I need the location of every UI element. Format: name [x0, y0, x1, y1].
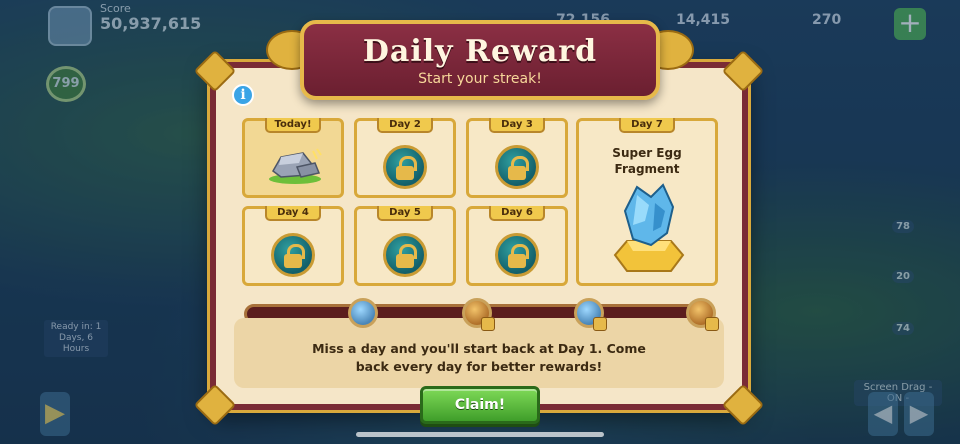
day-tile-7[interactable]: Day 7 Super Egg Fragment — [576, 118, 718, 286]
day-tile-5[interactable]: Day 5 — [354, 206, 456, 286]
add-gems-button[interactable]: + — [894, 8, 926, 40]
chest-milestone-icon — [462, 298, 495, 331]
day-label: Day 2 — [377, 118, 433, 133]
chest-milestone-icon — [686, 298, 719, 331]
lock-icon — [705, 317, 719, 331]
day-label: Day 6 — [489, 206, 545, 221]
stones-count: 14,415 — [676, 12, 731, 28]
gems-count: 270 — [812, 12, 842, 28]
day-tile-today[interactable]: Today! — [242, 118, 344, 198]
day-tile-3[interactable]: Day 3 — [466, 118, 568, 198]
title-banner: Daily Reward Start your streak! — [300, 20, 660, 100]
badge-count: 74 — [892, 322, 914, 335]
map-icon[interactable] — [48, 6, 92, 46]
day-label: Day 3 — [489, 118, 545, 133]
reward-name: Super Egg Fragment — [612, 146, 682, 176]
streak-info-text: Miss a day and you'll start back at Day … — [234, 318, 724, 388]
ready-timer: Ready in: 1 Days, 6 Hours — [44, 320, 108, 357]
lock-icon — [495, 145, 539, 189]
lock-icon — [481, 317, 495, 331]
egg-milestone-icon — [574, 298, 607, 331]
home-indicator[interactable] — [356, 432, 604, 437]
score-value: 50,937,615 — [100, 14, 202, 33]
stone-reward-icon — [269, 148, 322, 184]
badge-count: 20 — [892, 270, 914, 283]
day-tile-6[interactable]: Day 6 — [466, 206, 568, 286]
badge-count: 78 — [892, 220, 914, 233]
egg-milestone-icon — [348, 298, 378, 328]
level-badge[interactable]: 799 — [46, 66, 86, 102]
claim-button[interactable]: Claim! — [420, 386, 540, 424]
lock-icon — [593, 317, 607, 331]
dialog-title: Daily Reward — [362, 34, 598, 69]
day-tile-2[interactable]: Day 2 — [354, 118, 456, 198]
lock-icon — [383, 233, 427, 277]
lock-icon — [383, 145, 427, 189]
day-label: Day 5 — [377, 206, 433, 221]
nav-left-button[interactable]: ◀ — [868, 392, 898, 436]
play-arrow-button[interactable]: ▶ — [40, 392, 70, 436]
dialog-subtitle: Start your streak! — [418, 71, 542, 87]
lock-icon — [271, 233, 315, 277]
day-tile-4[interactable]: Day 4 — [242, 206, 344, 286]
nav-right-button[interactable]: ▶ — [904, 392, 934, 436]
day-label: Day 7 — [619, 118, 675, 133]
day-label: Today! — [265, 118, 321, 133]
egg-fragment-icon — [613, 183, 685, 272]
info-icon[interactable]: i — [232, 84, 254, 106]
lock-icon — [495, 233, 539, 277]
day-label: Day 4 — [265, 206, 321, 221]
